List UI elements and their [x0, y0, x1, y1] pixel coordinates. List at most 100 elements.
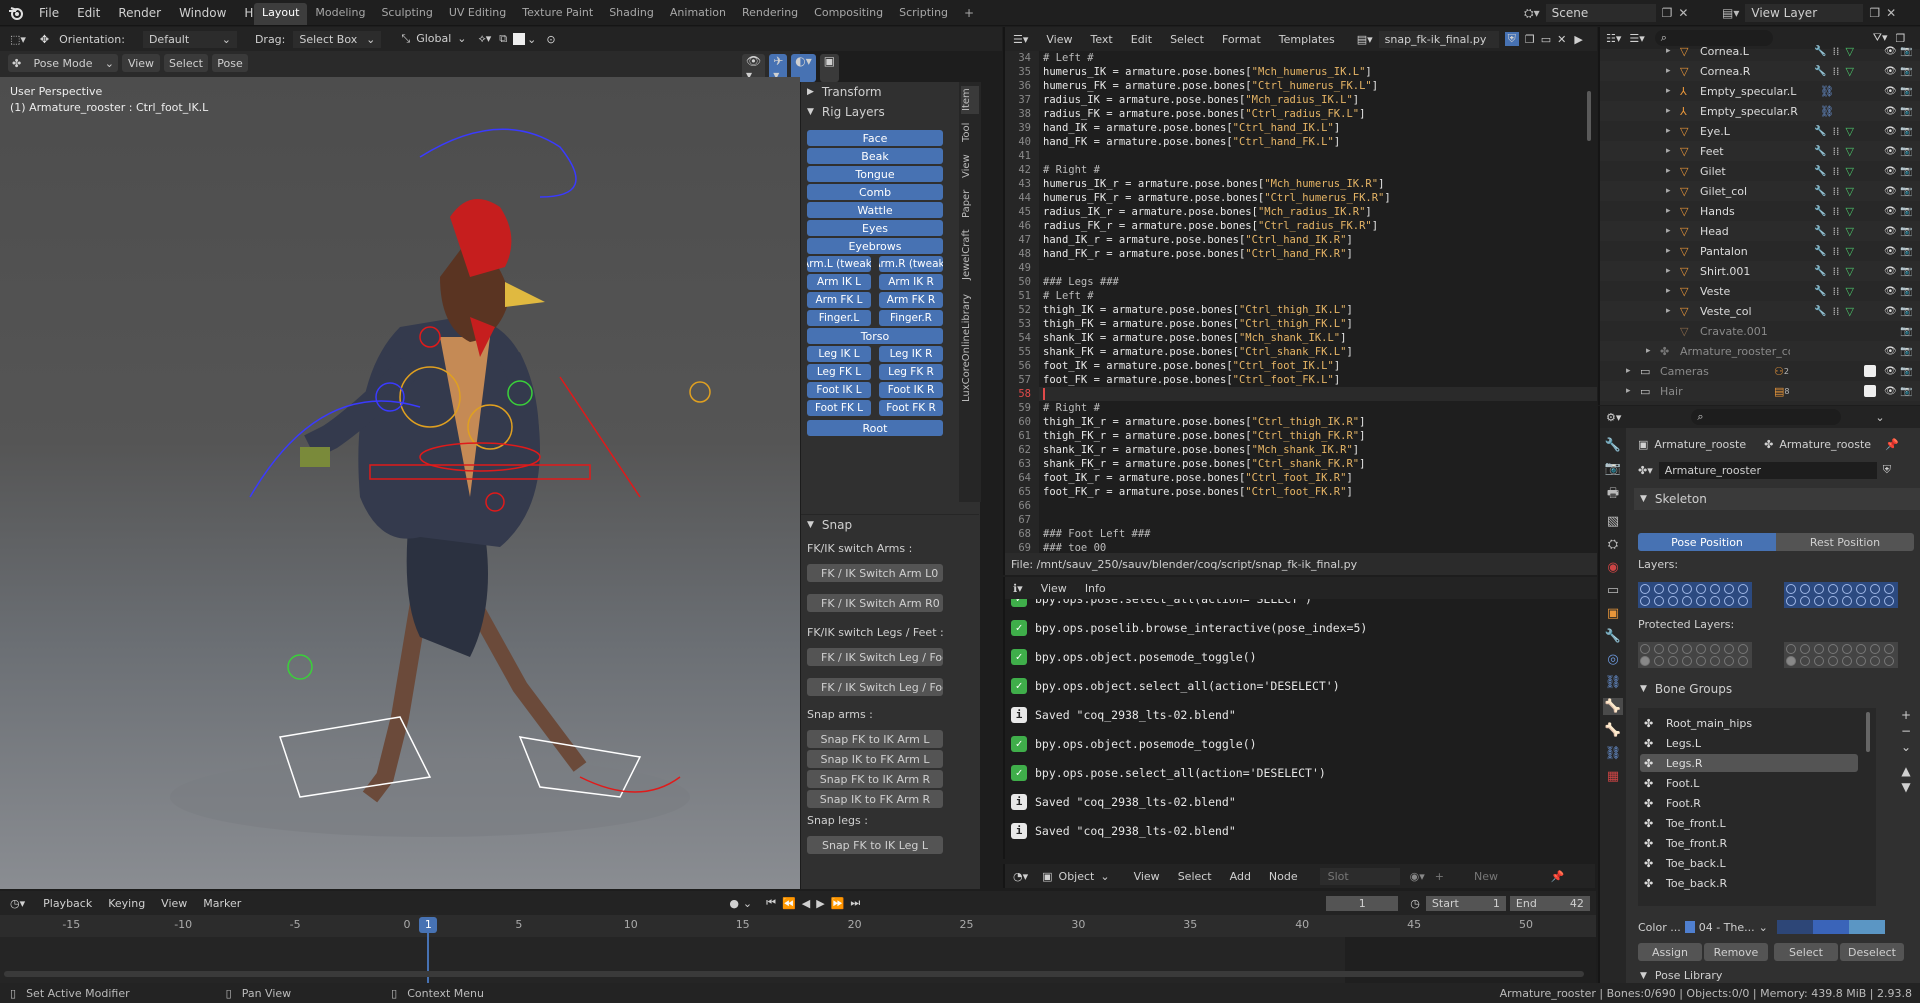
expand-arrow-icon[interactable]: ▸ — [1626, 366, 1640, 376]
modifier-tab-icon[interactable]: 🔧 — [1605, 629, 1621, 644]
timeline-menu-view[interactable]: View — [161, 897, 187, 910]
view-layer-copy-icon[interactable]: ❐ — [1869, 6, 1880, 20]
select-button[interactable]: Select — [1774, 943, 1838, 961]
expand-arrow-icon[interactable]: ▸ — [1666, 46, 1680, 56]
eye-icon[interactable]: 👁 — [1884, 226, 1900, 237]
text-menu-format[interactable]: Format — [1222, 33, 1261, 46]
code-view[interactable]: 34 # Left # 35 humerus_IK = armature.pose.b… — [1005, 51, 1597, 553]
bone-constraint-tab-icon[interactable]: ⛓ — [1605, 746, 1622, 761]
layer-toggle[interactable] — [1842, 584, 1852, 594]
layer-toggle[interactable] — [1856, 596, 1866, 606]
camera-render-icon[interactable]: 📷 — [1900, 166, 1918, 177]
eye-icon[interactable]: 👁 — [1884, 186, 1900, 197]
world-tab-icon[interactable]: ◉ — [1607, 560, 1618, 575]
layer-toggle[interactable] — [1856, 584, 1866, 594]
layer-toggle[interactable] — [1696, 656, 1706, 666]
eye-icon[interactable]: 👁 — [1884, 46, 1900, 57]
expand-arrow-icon[interactable]: ▸ — [1666, 66, 1680, 76]
exclude-checkbox[interactable] — [1864, 365, 1876, 377]
snap-arm-button-2[interactable]: Snap FK to IK Arm R — [807, 770, 943, 788]
rig-layer-arm-l-tweak-button[interactable]: Arm.L (tweak) — [807, 256, 871, 272]
rest-position-button[interactable]: Rest Position — [1776, 533, 1914, 551]
bone-group-item[interactable]: ✤ Toe_back.R — [1640, 874, 1858, 892]
layer-toggle[interactable] — [1682, 656, 1692, 666]
layer-toggle[interactable] — [1870, 644, 1880, 654]
layer-toggle[interactable] — [1842, 656, 1852, 666]
info-log[interactable]: ✓ bpy.ops.pose.select_all(action='SELECT'… — [1005, 599, 1597, 857]
snap-icon[interactable]: ⧉ — [499, 32, 507, 46]
expand-arrow-icon[interactable]: ▸ — [1666, 186, 1680, 196]
preview-range-icon[interactable]: ◷ — [1410, 897, 1420, 910]
camera-render-icon[interactable]: 📷 — [1900, 326, 1918, 337]
eye-icon[interactable]: 👁 — [1884, 106, 1900, 117]
sidebar-tab-view[interactable]: View — [961, 150, 979, 182]
outliner-item-cornea-l[interactable]: ▸ ▽ Cornea.L 🔧 ⁞⁞ ▽ 👁 📷 — [1600, 41, 1920, 61]
select-menu[interactable]: Select — [164, 54, 208, 72]
node-menu-node[interactable]: Node — [1269, 870, 1298, 883]
scene-copy-icon[interactable]: ❐ — [1662, 6, 1673, 20]
switch-arm-l-field[interactable]: FK / IK Switch Arm L0 — [807, 564, 943, 582]
layer-toggle[interactable] — [1710, 644, 1720, 654]
eye-icon[interactable]: 👁 — [1884, 206, 1900, 217]
info-log-entry[interactable]: i Saved "coq_2938_lts-02.blend" — [1005, 819, 1597, 843]
bone-group-item[interactable]: ✤ Toe_front.R — [1640, 834, 1858, 852]
sidebar-tab-item[interactable]: Item — [961, 86, 979, 114]
transform-orientation-dropdown[interactable]: ⤡ Global ⌄ — [397, 30, 470, 48]
layer-toggle[interactable] — [1710, 596, 1720, 606]
layer-toggle[interactable] — [1668, 584, 1678, 594]
camera-render-icon[interactable]: 📷 — [1900, 206, 1918, 217]
armature-datablock-name[interactable]: Armature_rooster — [1658, 461, 1877, 479]
rig-layer-tongue-button[interactable]: Tongue — [807, 166, 943, 182]
sidebar-tab-tool[interactable]: Tool — [961, 118, 979, 146]
expand-arrow-icon[interactable]: ▸ — [1666, 306, 1680, 316]
expand-arrow-icon[interactable]: ▸ — [1666, 286, 1680, 296]
constraint-tab-icon[interactable]: ⛓ — [1605, 675, 1622, 690]
layer-toggle[interactable] — [1828, 596, 1838, 606]
pin-icon[interactable]: 📌 — [1885, 438, 1899, 451]
layer-toggle[interactable] — [1696, 644, 1706, 654]
expand-arrow-icon[interactable]: ▸ — [1666, 166, 1680, 176]
node-menu-view[interactable]: View — [1134, 870, 1160, 883]
outliner-item-armature-rooster-coat[interactable]: ▸✤ Armature_rooster_coat 👁📷 — [1600, 341, 1920, 361]
text-menu-templates[interactable]: Templates — [1279, 33, 1335, 46]
layer-toggle[interactable] — [1668, 656, 1678, 666]
add-bone-group-button[interactable]: + — [1901, 708, 1911, 722]
bone-groups-scrollbar[interactable] — [1866, 712, 1870, 752]
rig-layer-finger-l-button[interactable]: Finger.L — [807, 310, 871, 326]
layer-toggle[interactable] — [1640, 584, 1650, 594]
expand-arrow-icon[interactable]: ▸ — [1666, 226, 1680, 236]
layer-toggle[interactable] — [1696, 584, 1706, 594]
transform-panel-header[interactable]: ▶ Transform — [801, 82, 979, 102]
workspace-tab-scripting[interactable]: Scripting — [891, 3, 956, 25]
outliner-item-gilet[interactable]: ▸ ▽ Gilet 🔧 ⁞⁞ ▽ 👁 📷 — [1600, 161, 1920, 181]
snap-arm-button-0[interactable]: Snap FK to IK Arm L — [807, 730, 943, 748]
drag-dropdown[interactable]: Select Box ⌄ — [293, 30, 382, 48]
layer-toggle[interactable] — [1738, 584, 1748, 594]
rig-layer-eyes-button[interactable]: Eyes — [807, 220, 943, 236]
move-down-icon[interactable]: ▼ — [1901, 780, 1910, 794]
bone-group-item[interactable]: ✤ Root_main_hips — [1640, 714, 1858, 732]
menu-file[interactable]: File — [30, 0, 68, 26]
skeleton-panel-header[interactable]: ▼ Skeleton — [1634, 488, 1920, 510]
menu-render[interactable]: Render — [109, 0, 170, 26]
blender-logo-icon[interactable] — [8, 5, 24, 21]
layer-toggle[interactable] — [1654, 596, 1664, 606]
layer-toggle[interactable] — [1828, 656, 1838, 666]
layer-toggle[interactable] — [1738, 644, 1748, 654]
info-log-entry[interactable]: ✓ bpy.ops.pose.select_all(action='SELECT'… — [1005, 599, 1597, 611]
camera-render-icon[interactable]: 📷 — [1900, 286, 1918, 297]
rig-layer-leg-fk-l-button[interactable]: Leg FK L — [807, 364, 871, 380]
layer-toggle[interactable] — [1814, 584, 1824, 594]
rig-layer-beak-button[interactable]: Beak — [807, 148, 943, 164]
outliner-item-pantalon[interactable]: ▸ ▽ Pantalon 🔧 ⁞⁞ ▽ 👁 📷 — [1600, 241, 1920, 261]
layer-toggle[interactable] — [1786, 596, 1796, 606]
proportional-edit-icon[interactable]: ⊙ — [546, 33, 555, 46]
outliner-item-shirt-001[interactable]: ▸ ▽ Shirt.001 🔧 ⁞⁞ ▽ 👁 📷 — [1600, 261, 1920, 281]
layer-toggle[interactable] — [1884, 584, 1894, 594]
layer-toggle[interactable] — [1724, 656, 1734, 666]
record-icon[interactable]: ● — [729, 897, 739, 910]
layer-toggle[interactable] — [1786, 656, 1796, 666]
timeline-menu-keying[interactable]: Keying — [108, 897, 145, 910]
layer-toggle[interactable] — [1682, 596, 1692, 606]
workspace-tab-sculpting[interactable]: Sculpting — [373, 3, 440, 25]
